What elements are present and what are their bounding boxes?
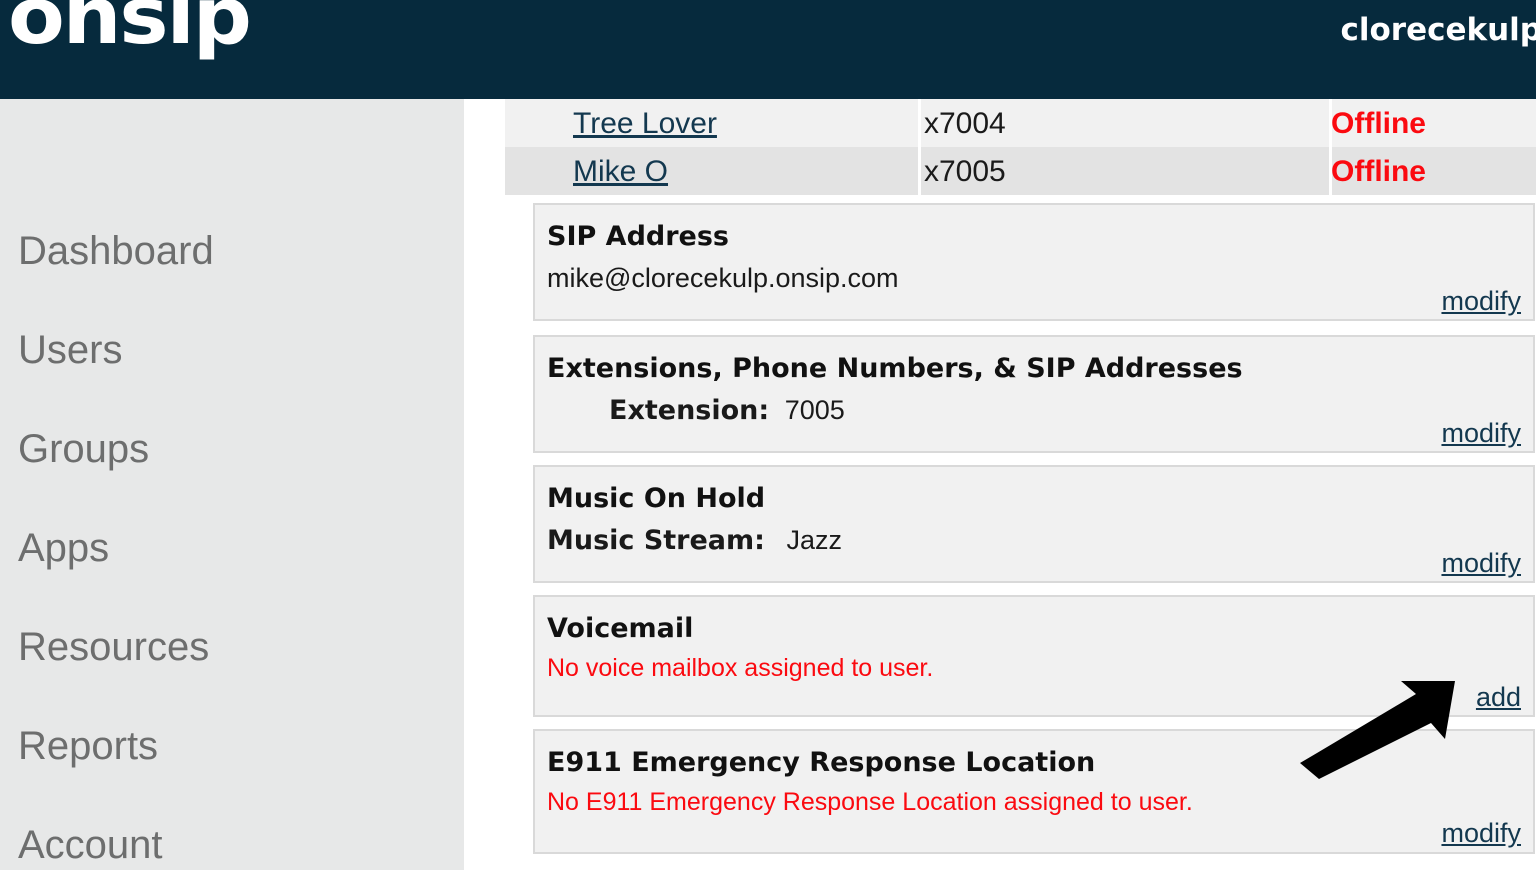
panel-extensions: Extensions, Phone Numbers, & SIP Address… — [533, 335, 1535, 453]
user-list-table: Tree Lover x7004 Offline Mike O x7005 Of… — [505, 99, 1536, 195]
panel-e911: E911 Emergency Response Location No E911… — [533, 729, 1535, 854]
music-stream-label: Music Stream: — [547, 525, 765, 556]
onsip-logo[interactable]: onsip — [8, 0, 252, 56]
music-stream-value: Jazz — [786, 525, 842, 555]
user-name-link[interactable]: Mike O — [573, 155, 668, 189]
status-badge: Offline — [1331, 155, 1426, 188]
status-badge: Offline — [1331, 107, 1426, 140]
panel-voicemail: Voicemail No voice mailbox assigned to u… — [533, 595, 1535, 717]
panel-sip-address: SIP Address mike@clorecekulp.onsip.com m… — [533, 203, 1535, 321]
modify-link[interactable]: modify — [1441, 548, 1521, 579]
column-divider — [918, 99, 921, 147]
add-link[interactable]: add — [1476, 682, 1521, 713]
sidebar-item-users[interactable]: Users — [18, 330, 122, 370]
main-content: Tree Lover x7004 Offline Mike O x7005 Of… — [464, 99, 1536, 870]
panel-title: Extensions, Phone Numbers, & SIP Address… — [547, 353, 1243, 384]
account-name-label: clorecekulp — [1340, 12, 1536, 48]
extension-value: 7005 — [784, 395, 845, 425]
sidebar-item-apps[interactable]: Apps — [18, 528, 109, 568]
sidebar-nav: Dashboard Users Groups Apps Resources Re… — [0, 99, 464, 870]
table-row[interactable]: Tree Lover x7004 Offline — [505, 99, 1536, 147]
panel-title: SIP Address — [547, 221, 729, 252]
modify-link[interactable]: modify — [1441, 418, 1521, 449]
panel-title: E911 Emergency Response Location — [547, 747, 1096, 778]
user-extension: x7005 — [924, 155, 1006, 188]
panel-title: Voicemail — [547, 613, 694, 644]
extension-label: Extension: — [609, 395, 770, 426]
user-name-link[interactable]: Tree Lover — [573, 107, 717, 141]
app-header: onsip clorecekulp — [0, 0, 1536, 99]
sidebar-item-groups[interactable]: Groups — [18, 429, 149, 469]
sidebar-item-reports[interactable]: Reports — [18, 726, 158, 766]
extension-field: Extension: 7005 — [609, 395, 845, 426]
sidebar-item-dashboard[interactable]: Dashboard — [18, 231, 214, 271]
sidebar-item-resources[interactable]: Resources — [18, 627, 209, 667]
modify-link[interactable]: modify — [1441, 286, 1521, 317]
modify-link[interactable]: modify — [1441, 818, 1521, 849]
panel-music-on-hold: Music On Hold Music Stream: Jazz modify — [533, 465, 1535, 583]
column-divider — [918, 147, 921, 195]
panel-title: Music On Hold — [547, 483, 766, 514]
voicemail-alert-text: No voice mailbox assigned to user. — [547, 654, 934, 682]
user-extension: x7004 — [924, 107, 1006, 140]
music-stream-field: Music Stream: Jazz — [547, 525, 842, 556]
sidebar-item-account[interactable]: Account — [18, 825, 163, 865]
table-row[interactable]: Mike O x7005 Offline — [505, 147, 1536, 195]
e911-alert-text: No E911 Emergency Response Location assi… — [547, 788, 1193, 816]
sip-address-value: mike@clorecekulp.onsip.com — [547, 263, 899, 293]
